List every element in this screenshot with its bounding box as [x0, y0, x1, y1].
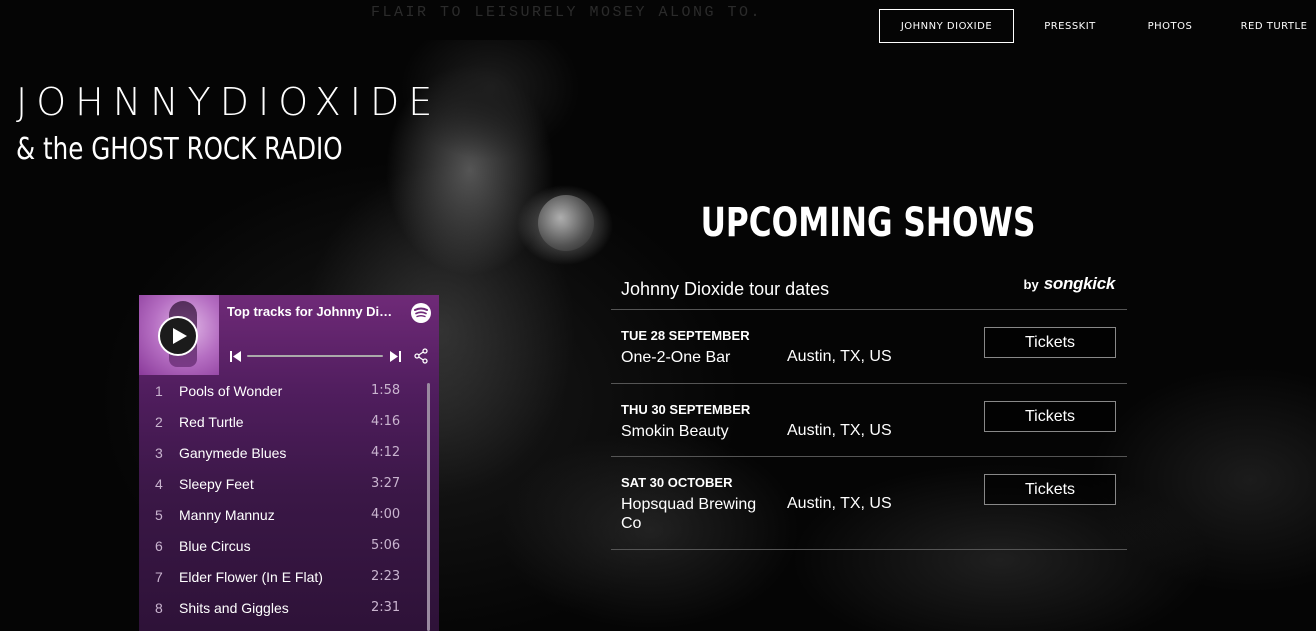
songkick-logo[interactable]: by songkick — [1023, 274, 1116, 294]
track-list-scrollbar[interactable] — [427, 383, 430, 631]
album-cover — [139, 295, 219, 375]
track-name: Elder Flower (In E Flat) — [179, 568, 323, 585]
track-number: 3 — [155, 444, 163, 461]
songkick-wordmark: songkick — [1043, 274, 1116, 293]
track-number: 4 — [155, 475, 163, 492]
play-icon[interactable] — [158, 316, 198, 356]
hero-tagline: FLAIR TO LEISURELY MOSEY ALONG TO. — [371, 4, 763, 21]
track-row[interactable]: 6 Blue Circus 5:06 — [139, 530, 439, 561]
main-nav: JOHNNY DIOXIDE PRESSKIT PHOTOS RED TURTL… — [879, 9, 1309, 43]
site-subtitle: & the GHOST ROCK RADIO — [16, 132, 343, 167]
track-duration: 5:06 — [371, 538, 401, 553]
track-number: 6 — [155, 537, 163, 554]
track-name: Manny Mannuz — [179, 506, 275, 523]
spotify-icon[interactable] — [411, 303, 431, 323]
track-duration: 4:00 — [371, 507, 401, 522]
spotify-player: Top tracks for Johnny Dioxide 1 Pools of … — [139, 295, 439, 631]
songkick-by-label: by — [1023, 277, 1039, 292]
track-number: 8 — [155, 599, 163, 616]
track-duration: 2:31 — [371, 600, 401, 615]
track-number: 5 — [155, 506, 163, 523]
nav-item-presskit[interactable]: PRESSKIT — [1043, 9, 1097, 43]
track-number: 7 — [155, 568, 163, 585]
upcoming-shows-heading: UPCOMING SHOWS — [700, 200, 1036, 246]
tickets-button[interactable]: Tickets — [984, 474, 1116, 505]
show-venue[interactable]: One-2-One Bar — [621, 348, 771, 367]
track-duration: 4:12 — [371, 445, 401, 460]
show-row: THU 30 SEPTEMBER Smokin Beauty Austin, T… — [611, 384, 1127, 457]
track-row[interactable]: 7 Elder Flower (In E Flat) 2:23 — [139, 561, 439, 592]
show-venue[interactable]: Smokin Beauty — [621, 422, 771, 441]
tour-dates-title: Johnny Dioxide tour dates — [621, 279, 830, 299]
track-name: Red Turtle — [179, 413, 244, 430]
site-title: JOHNNYDIOXIDE — [16, 80, 442, 124]
show-date: THU 30 SEPTEMBER — [621, 402, 751, 417]
skip-previous-icon[interactable] — [230, 351, 242, 362]
track-row[interactable]: 2 Red Turtle 4:16 — [139, 406, 439, 437]
track-row[interactable]: 3 Ganymede Blues 4:12 — [139, 437, 439, 468]
tour-dates-widget: Johnny Dioxide tour dates by songkick TU… — [611, 268, 1127, 550]
show-row: TUE 28 SEPTEMBER One-2-One Bar Austin, T… — [611, 310, 1127, 384]
track-name: Ganymede Blues — [179, 444, 287, 461]
track-duration: 3:27 — [371, 476, 401, 491]
track-number: 2 — [155, 413, 163, 430]
background-microphone — [538, 195, 594, 251]
nav-item-photos[interactable]: PHOTOS — [1148, 9, 1192, 43]
share-icon[interactable] — [413, 348, 429, 364]
track-number: 1 — [155, 382, 163, 399]
show-location: Austin, TX, US — [787, 348, 892, 365]
tickets-button[interactable]: Tickets — [984, 401, 1116, 432]
nav-item-red-turtle[interactable]: RED TURTLE — [1239, 9, 1309, 43]
skip-next-icon[interactable] — [389, 351, 401, 362]
show-location: Austin, TX, US — [787, 495, 892, 512]
tickets-button[interactable]: Tickets — [984, 327, 1116, 358]
show-date: SAT 30 OCTOBER — [621, 475, 733, 490]
nav-item-johnny-dioxide[interactable]: JOHNNY DIOXIDE — [879, 9, 1014, 43]
tour-dates-header: Johnny Dioxide tour dates by songkick — [611, 268, 1127, 310]
track-row[interactable]: 8 Shits and Giggles 2:31 — [139, 592, 439, 623]
track-row[interactable]: 1 Pools of Wonder 1:58 — [139, 375, 439, 406]
show-location: Austin, TX, US — [787, 422, 892, 439]
player-controls — [227, 348, 431, 364]
track-duration: 4:16 — [371, 414, 401, 429]
track-duration: 1:58 — [371, 383, 401, 398]
track-row[interactable]: 4 Sleepy Feet 3:27 — [139, 468, 439, 499]
track-list: 1 Pools of Wonder 1:58 2 Red Turtle 4:16 3 Ga… — [139, 375, 439, 623]
track-row[interactable]: 5 Manny Mannuz 4:00 — [139, 499, 439, 530]
show-row: SAT 30 OCTOBER Hopsquad Brewing Co Austi… — [611, 457, 1127, 550]
player-title: Top tracks for Johnny Dioxide — [227, 304, 399, 319]
show-venue[interactable]: Hopsquad Brewing Co — [621, 495, 771, 533]
show-date: TUE 28 SEPTEMBER — [621, 328, 750, 343]
track-duration: 2:23 — [371, 569, 401, 584]
track-name: Sleepy Feet — [179, 475, 254, 492]
track-name: Shits and Giggles — [179, 599, 289, 616]
track-name: Blue Circus — [179, 537, 251, 554]
progress-bar[interactable] — [247, 355, 383, 357]
track-name: Pools of Wonder — [179, 382, 283, 399]
